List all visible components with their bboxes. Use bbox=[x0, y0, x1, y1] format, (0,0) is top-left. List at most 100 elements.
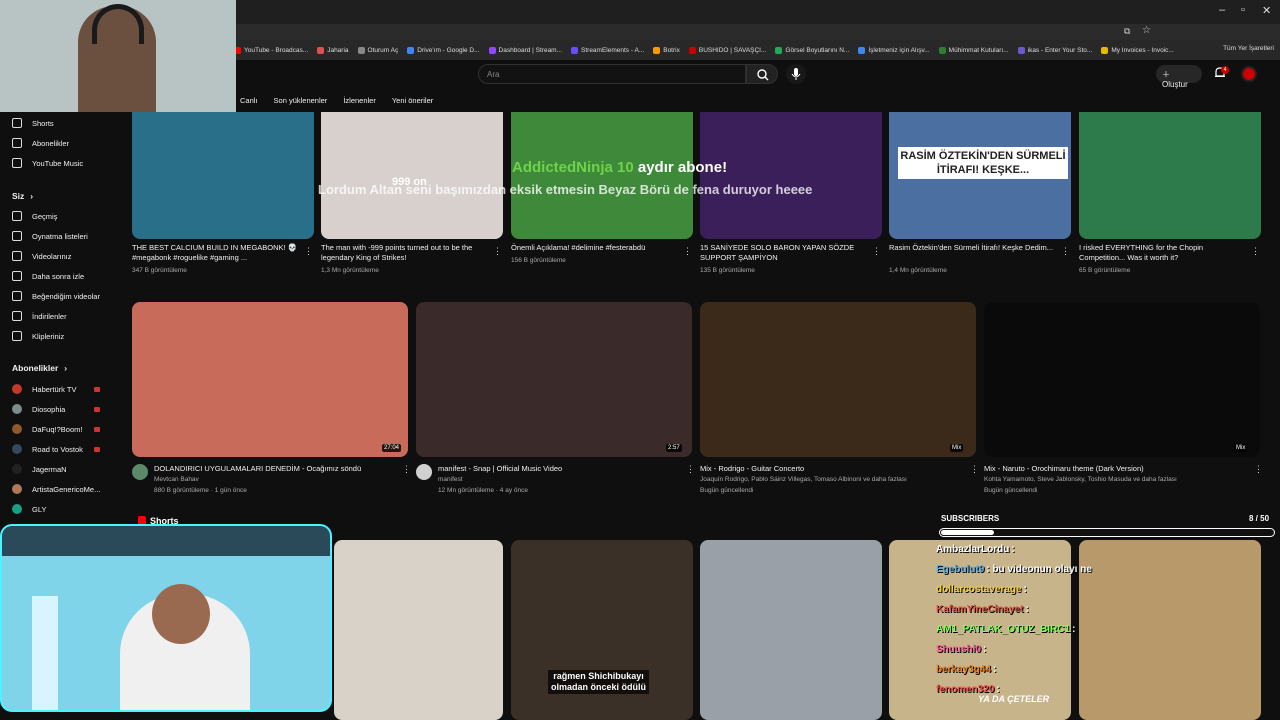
plus-icon: ＋ bbox=[1162, 70, 1170, 79]
sidebar-subscriptions-heading[interactable]: Abonelikler › bbox=[12, 363, 67, 373]
subscribers-label: SUBSCRIBERS bbox=[941, 514, 1000, 523]
video-title[interactable]: Mix - Rodrigo - Guitar Concerto bbox=[700, 464, 958, 474]
chip-live[interactable]: Canlı bbox=[240, 96, 258, 110]
sidebar-you-heading[interactable]: Siz › bbox=[12, 191, 33, 201]
video-channel[interactable]: Mevtcan Bahav bbox=[154, 475, 394, 485]
channel-avatar[interactable] bbox=[416, 464, 432, 480]
channel-avatar[interactable] bbox=[132, 464, 148, 480]
sidebar-item-video[interactable]: Videolarınız bbox=[12, 249, 71, 263]
more-options-icon[interactable]: ⋮ bbox=[493, 246, 502, 256]
sidebar-item-like[interactable]: Beğendiğim videolar bbox=[12, 289, 100, 303]
video-title[interactable]: The man with -999 points turned out to b… bbox=[321, 243, 487, 263]
like-icon bbox=[12, 291, 22, 301]
video-thumbnail[interactable] bbox=[1079, 112, 1261, 239]
video-meta: Bugün güncellendi bbox=[984, 487, 1038, 494]
bookmark-item[interactable]: My Invoices - Invoic... bbox=[1101, 46, 1174, 54]
sidebar-item-shorts[interactable]: Shorts bbox=[12, 116, 54, 130]
search-input[interactable]: Ara bbox=[478, 64, 746, 84]
close-window-icon[interactable]: ✕ bbox=[1262, 4, 1271, 17]
sidebar-item-download[interactable]: İndirilenler bbox=[12, 309, 67, 323]
bookmark-item[interactable]: ikas - Enter Your Sto... bbox=[1017, 46, 1093, 54]
bookmark-item[interactable]: Mühimmat Kutuları... bbox=[938, 46, 1009, 54]
account-avatar[interactable] bbox=[1241, 66, 1257, 82]
maximize-icon[interactable]: ▫ bbox=[1241, 4, 1245, 16]
video-thumbnail[interactable] bbox=[700, 302, 976, 457]
video-title[interactable]: Mix - Naruto - Orochimaru theme (Dark Ve… bbox=[984, 464, 1242, 474]
more-options-icon[interactable]: ⋮ bbox=[402, 464, 411, 474]
bookmark-label: ikas - Enter Your Sto... bbox=[1027, 46, 1093, 54]
alert-username: AddictedNinja bbox=[512, 159, 613, 176]
more-options-icon[interactable]: ⋮ bbox=[683, 246, 692, 256]
more-options-icon[interactable]: ⋮ bbox=[304, 246, 313, 256]
bookmark-item[interactable]: Görsel Boyutlarını N... bbox=[775, 46, 849, 54]
short-thumbnail[interactable] bbox=[334, 540, 503, 720]
sidebar-item-clock[interactable]: Daha sonra izle bbox=[12, 269, 84, 283]
more-options-icon[interactable]: ⋮ bbox=[872, 246, 881, 256]
video-thumbnail[interactable] bbox=[700, 112, 882, 239]
alert-months: 10 bbox=[617, 159, 634, 176]
bookmark-item[interactable]: Jaharia bbox=[317, 46, 349, 54]
channel-avatar bbox=[12, 384, 22, 394]
chat-message: Shuushi0: bbox=[936, 644, 986, 655]
more-options-icon[interactable]: ⋮ bbox=[970, 464, 979, 474]
short-thumbnail[interactable] bbox=[700, 540, 882, 720]
short-caption-line-2: olmadan önceki ödülü bbox=[551, 682, 647, 692]
more-options-icon[interactable]: ⋮ bbox=[1251, 246, 1260, 256]
video-thumbnail[interactable] bbox=[132, 112, 314, 239]
video-title[interactable]: THE BEST CALCIUM BUILD IN MEGABONK! 💀#me… bbox=[132, 243, 298, 263]
bookmark-item[interactable]: İşletmeniz için Alışv... bbox=[858, 46, 930, 54]
all-bookmarks-link[interactable]: Tüm Yer İşaretleri bbox=[1223, 45, 1274, 52]
video-thumbnail[interactable] bbox=[416, 302, 692, 457]
chip-watched[interactable]: İzlenenler bbox=[343, 96, 376, 110]
bookmark-item[interactable]: Drive'ım - Google D... bbox=[407, 46, 480, 54]
sidebar-item-playlist[interactable]: Oynatma listeleri bbox=[12, 229, 88, 243]
video-thumbnail[interactable] bbox=[132, 302, 408, 457]
more-options-icon[interactable]: ⋮ bbox=[1061, 246, 1070, 256]
create-button[interactable]: ＋ Oluştur bbox=[1156, 65, 1202, 89]
more-options-icon[interactable]: ⋮ bbox=[1254, 464, 1263, 474]
thumbnail-overlay-text: RASİM ÖZTEKİN'DEN SÜRMELİ İTİRAFI! KEŞKE… bbox=[898, 147, 1068, 179]
search-button[interactable] bbox=[746, 64, 778, 84]
game-caption: YA DA ÇETELER bbox=[978, 694, 1050, 704]
bookmark-item[interactable]: Oturum Aç bbox=[357, 46, 398, 54]
sidebar-subscription[interactable]: Road to Vostok bbox=[12, 442, 83, 456]
bookmark-label: My Invoices - Invoic... bbox=[1111, 46, 1174, 54]
bookmark-item[interactable]: Botrix bbox=[653, 46, 680, 54]
sidebar-subscription[interactable]: JagermaN bbox=[12, 462, 67, 476]
short-thumbnail[interactable] bbox=[1079, 540, 1261, 720]
sidebar-item-history[interactable]: Geçmiş bbox=[12, 209, 57, 223]
sidebar-subscription[interactable]: DaFuq!?Boom! bbox=[12, 422, 82, 436]
sidebar-subscription[interactable]: GLY bbox=[12, 502, 46, 516]
video-title[interactable]: DOLANDIRICI UYGULAMALARI DENEDİM - Ocağı… bbox=[154, 464, 390, 474]
bookmark-item[interactable]: Dashboard | Stream... bbox=[488, 46, 562, 54]
sidebar-item-subscriptions[interactable]: Abonelikler bbox=[12, 136, 69, 150]
video-title[interactable]: 15 SANİYEDE SOLO BARON YAPAN SÖZDE SUPPO… bbox=[700, 243, 866, 263]
chip-new[interactable]: Yeni öneriler bbox=[392, 96, 433, 110]
bookmark-item[interactable]: YouTube - Broadcas... bbox=[234, 46, 308, 54]
video-title[interactable]: Rasim Öztekin'den Sürmeli İtirafı! Keşke… bbox=[889, 243, 1055, 263]
video-meta: Bugün güncellendi bbox=[700, 487, 754, 494]
sidebar-subscription[interactable]: Habertürk TV bbox=[12, 382, 76, 396]
bookmark-item[interactable]: BUSHIDO | SAVAŞÇI... bbox=[688, 46, 766, 54]
more-options-icon[interactable]: ⋮ bbox=[686, 464, 695, 474]
live-indicator-icon bbox=[94, 427, 100, 432]
video-channel[interactable]: manifest bbox=[438, 475, 678, 485]
video-duration: 27:04 bbox=[382, 444, 402, 452]
chip-recent[interactable]: Son yüklenenler bbox=[274, 96, 328, 110]
subscription-label: Road to Vostok bbox=[32, 444, 83, 454]
sidebar-subscription[interactable]: ArtistaGenericoMe... bbox=[12, 482, 100, 496]
install-icon[interactable]: ⧉ bbox=[1124, 26, 1130, 37]
bookmark-item[interactable]: StreamElements - A... bbox=[571, 46, 644, 54]
video-title[interactable]: I risked EVERYTHING for the Chopin Compe… bbox=[1079, 243, 1245, 263]
video-channel[interactable]: Kohta Yamamoto, Steve Jablonsky, Toshio … bbox=[984, 475, 1224, 485]
sidebar-subscription[interactable]: Diosophia bbox=[12, 402, 65, 416]
sidebar-item-scissors[interactable]: Klipleriniz bbox=[12, 329, 64, 343]
star-icon[interactable]: ☆ bbox=[1142, 25, 1151, 36]
video-thumbnail[interactable] bbox=[984, 302, 1260, 457]
video-title[interactable]: manifest - Snap | Official Music Video bbox=[438, 464, 674, 474]
video-channel[interactable]: Joaquín Rodrigo, Pablo Sáinz Villegas, T… bbox=[700, 475, 940, 485]
minimize-icon[interactable]: – bbox=[1219, 4, 1225, 16]
sidebar-item-music[interactable]: YouTube Music bbox=[12, 156, 83, 170]
voice-search-button[interactable] bbox=[786, 64, 806, 84]
sidebar-item-label: YouTube Music bbox=[32, 158, 84, 168]
